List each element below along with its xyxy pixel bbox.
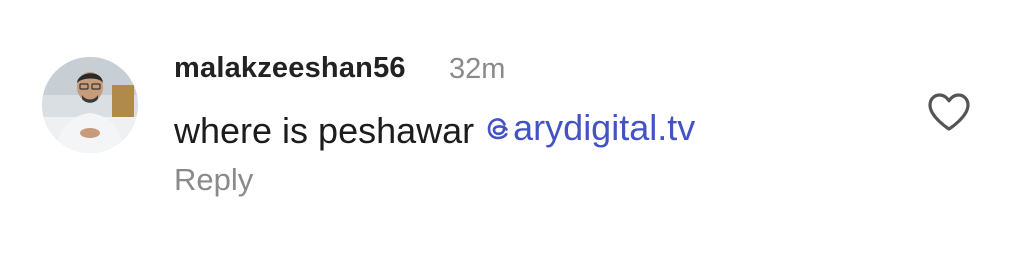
reply-button[interactable]: Reply xyxy=(174,162,253,198)
comment-body: where is peshawar xyxy=(174,110,485,151)
heart-outline-icon xyxy=(928,93,970,131)
threads-at-icon xyxy=(487,118,508,140)
avatar[interactable] xyxy=(42,57,138,153)
comment: malakzeeshan56 32m where is peshawar ary… xyxy=(0,0,1024,260)
mention-handle: arydigital.tv xyxy=(513,107,696,148)
username[interactable]: malakzeeshan56 xyxy=(174,52,406,85)
avatar-photo xyxy=(42,57,138,153)
like-button[interactable] xyxy=(925,90,973,134)
mention-link[interactable]: arydigital.tv xyxy=(484,107,695,149)
comment-text: where is peshawar arydigital.tv xyxy=(174,107,695,152)
timestamp: 32m xyxy=(449,53,506,85)
